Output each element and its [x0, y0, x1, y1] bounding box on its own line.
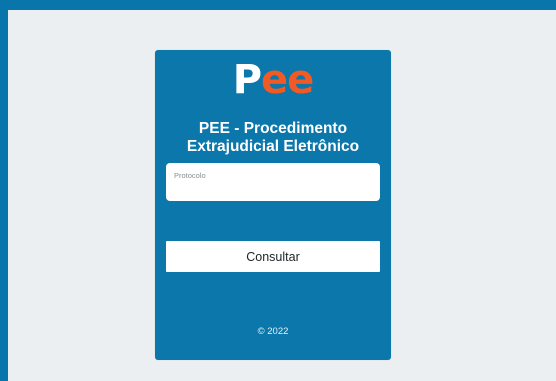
protocol-label: Protocolo: [174, 171, 206, 180]
protocol-input[interactable]: [172, 183, 374, 197]
logo-letters-ee: ee: [261, 57, 314, 103]
protocol-field[interactable]: Protocolo: [166, 163, 380, 201]
logo-letter-p: P: [232, 57, 262, 103]
app-title-line-2: Extrajudicial Eletrônico: [186, 138, 360, 155]
pee-logo: Pee: [155, 56, 391, 104]
copyright-text: © 2022: [257, 326, 289, 337]
login-card: Pee PEE - Procedimento Extrajudicial Ele…: [155, 50, 391, 360]
app-title: PEE - Procedimento Extrajudicial Eletrôn…: [155, 120, 391, 156]
page-background: Pee PEE - Procedimento Extrajudicial Ele…: [8, 10, 556, 381]
app-title-line-1: PEE - Procedimento: [198, 120, 348, 137]
consult-button[interactable]: Consultar: [166, 241, 380, 272]
